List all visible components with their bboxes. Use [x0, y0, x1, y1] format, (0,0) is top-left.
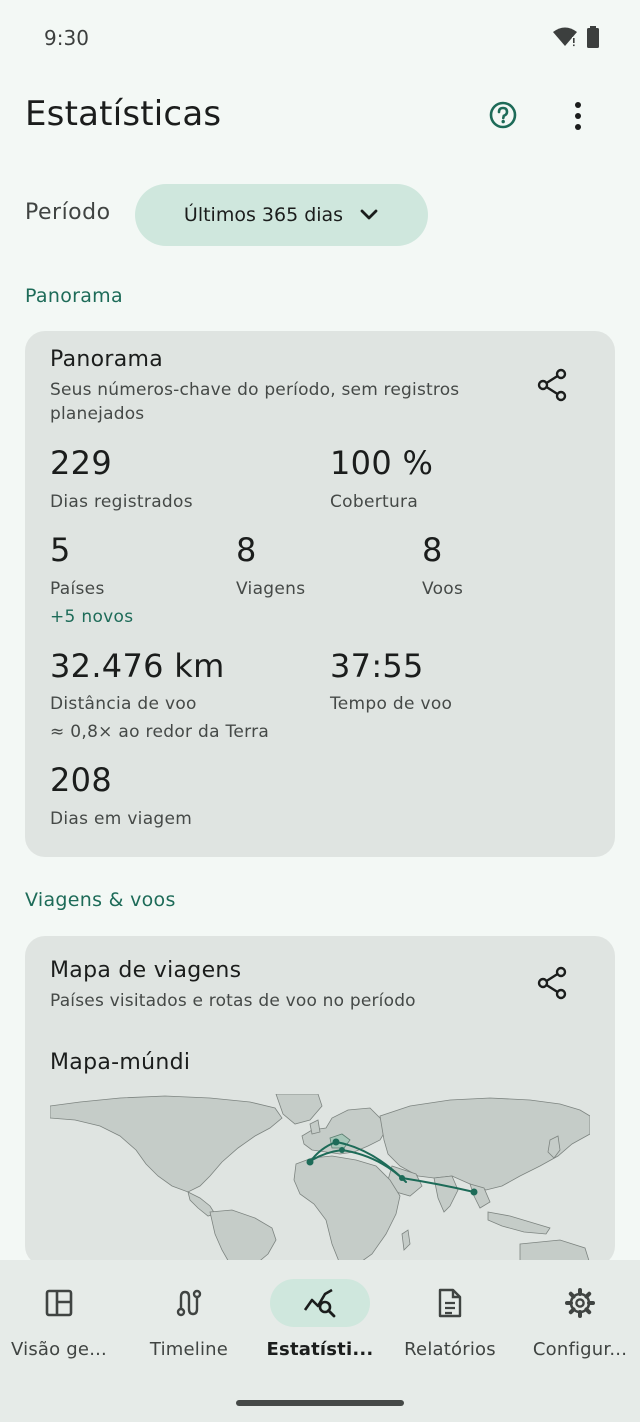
stat-flights-value: 8: [422, 531, 443, 569]
stat-countries-note: +5 novos: [50, 607, 134, 627]
nav-label: Configur...: [532, 1339, 628, 1360]
stat-days-recorded-label: Dias registrados: [50, 492, 193, 512]
gear-icon: [565, 1288, 595, 1318]
stat-flight-distance-label: Distância de voo: [50, 694, 197, 714]
travel-map-card: Mapa de viagens Países visitados e rotas…: [25, 936, 615, 1266]
nav-label: Estatísti...: [266, 1339, 374, 1360]
map-title: Mapa-múndi: [50, 1050, 191, 1075]
chevron-down-icon: [360, 209, 378, 220]
stat-flight-time-label: Tempo de voo: [330, 694, 453, 714]
period-dropdown[interactable]: Últimos 365 dias: [135, 184, 428, 246]
dashboard-icon: [45, 1289, 73, 1317]
section-label-travel: Viagens & voos: [25, 889, 176, 911]
card-subtitle: Países visitados e rotas de voo no perío…: [50, 991, 416, 1011]
stat-coverage-label: Cobertura: [330, 492, 419, 512]
nav-item-timeline[interactable]: Timeline: [130, 1260, 248, 1370]
stat-trips-label: Viagens: [236, 579, 306, 599]
share-icon[interactable]: [536, 966, 570, 1000]
bottom-navigation: Visão ge... Timeline Estatísti... Relató…: [0, 1260, 640, 1422]
nav-label: Relatórios: [404, 1339, 496, 1360]
stat-trips-value: 8: [236, 531, 257, 569]
nav-item-statistics[interactable]: Estatísti...: [256, 1260, 384, 1370]
stat-countries-value: 5: [50, 531, 71, 569]
status-time: 9:30: [44, 26, 89, 50]
period-value: Últimos 365 dias: [183, 204, 344, 226]
nav-item-settings[interactable]: Configur...: [520, 1260, 640, 1370]
nav-item-reports[interactable]: Relatórios: [390, 1260, 510, 1370]
stat-flight-time-value: 37:55: [330, 647, 424, 685]
nav-item-overview[interactable]: Visão ge...: [0, 1260, 118, 1370]
card-title: Mapa de viagens: [50, 958, 242, 983]
more-vert-icon[interactable]: [566, 100, 590, 132]
stat-coverage-value: 100 %: [330, 444, 434, 482]
status-icons: [552, 26, 600, 48]
overview-card: Panorama Seus números-chave do período, …: [25, 331, 615, 857]
nav-label: Timeline: [149, 1339, 229, 1360]
home-indicator[interactable]: [236, 1400, 404, 1406]
stat-travel-days-value: 208: [50, 761, 112, 799]
share-icon[interactable]: [536, 368, 570, 402]
period-label: Período: [25, 200, 111, 225]
world-map[interactable]: [50, 1094, 590, 1264]
stat-days-recorded-value: 229: [50, 444, 112, 482]
stats-icon: [303, 1288, 336, 1318]
card-subtitle: Seus números-chave do período, sem regis…: [50, 380, 460, 424]
help-icon[interactable]: [488, 100, 518, 130]
stat-travel-days-label: Dias em viagem: [50, 809, 193, 829]
section-label-overview: Panorama: [25, 285, 123, 307]
nav-label: Visão ge...: [11, 1339, 107, 1360]
world-map-graphic: [50, 1094, 590, 1264]
battery-icon: [587, 26, 599, 48]
stat-flight-distance-note: ≈ 0,8× ao redor da Terra: [50, 722, 270, 742]
card-title: Panorama: [50, 347, 164, 372]
page-title: Estatísticas: [25, 94, 222, 134]
stat-flight-distance-value: 32.476 km: [50, 647, 225, 685]
stat-flights-label: Voos: [422, 579, 464, 599]
wifi-icon: [553, 27, 577, 47]
stat-countries-label: Países: [50, 579, 105, 599]
report-icon: [438, 1288, 462, 1318]
route-icon: [176, 1289, 202, 1317]
